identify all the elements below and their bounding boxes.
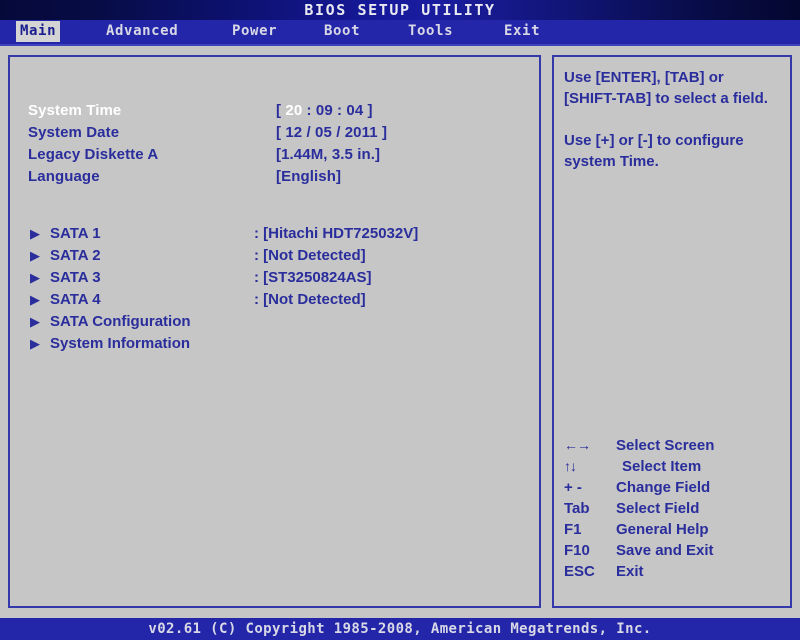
copyright-text: v02.61 (C) Copyright 1985-2008, American… xyxy=(148,621,652,637)
submenu-label-sata-2: SATA 2 xyxy=(50,247,101,264)
legend-desc-6: Exit xyxy=(616,563,644,580)
legend-desc-0: Select Screen xyxy=(616,437,715,454)
left-right-arrow-icon: ←→ xyxy=(564,437,591,453)
menu-tab-boot[interactable]: Boot xyxy=(320,21,364,42)
plus-minus-icon: + - xyxy=(564,479,582,496)
field-label-system-time: System Time xyxy=(28,102,122,119)
legend-desc-5: Save and Exit xyxy=(616,542,714,559)
field-value-language[interactable]: [English] xyxy=(276,167,341,187)
legend-desc-3: Select Field xyxy=(616,500,700,517)
field-label-language: Language xyxy=(28,168,100,185)
help-text: Use [ENTER], [TAB] or [SHIFT-TAB] to sel… xyxy=(564,67,780,172)
legend-row-tab-key: Tab Select Field xyxy=(558,498,790,519)
submenu-arrow-icon: ▶ xyxy=(30,292,40,307)
footer-bar: v02.61 (C) Copyright 1985-2008, American… xyxy=(0,618,800,640)
esc-key-icon: ESC xyxy=(564,563,595,580)
legend-row-left-right-arrow: ←→ Select Screen xyxy=(558,435,790,456)
legend-row-f10-key: F10 Save and Exit xyxy=(558,540,790,561)
f10-key-icon: F10 xyxy=(564,542,590,559)
legend-row-plus-minus: + - Change Field xyxy=(558,477,790,498)
f1-key-icon: F1 xyxy=(564,521,582,538)
menu-tab-exit[interactable]: Exit xyxy=(500,21,544,42)
submenu-arrow-icon: ▶ xyxy=(30,336,40,351)
legend-desc-2: Change Field xyxy=(616,479,711,496)
field-value-system-time[interactable]: [ 20 : 09 : 04 ] xyxy=(276,101,373,121)
submenu-value-sata-1: : [Hitachi HDT725032V] xyxy=(254,225,419,242)
field-value-legacy-diskette-a[interactable]: [1.44M, 3.5 in.] xyxy=(276,145,380,165)
tab-key-icon: Tab xyxy=(564,500,590,517)
submenu-label-system-information: System Information xyxy=(50,335,191,352)
submenu-arrow-icon: ▶ xyxy=(30,226,40,241)
title-bar: BIOS SETUP UTILITY xyxy=(0,0,800,20)
submenu-arrow-icon: ▶ xyxy=(30,270,40,285)
submenu-arrow-icon: ▶ xyxy=(30,314,40,329)
page-title: BIOS SETUP UTILITY xyxy=(304,1,496,19)
submenu-value-sata-3: : [ST3250824AS] xyxy=(254,269,372,286)
legend-row-esc-key: ESC Exit xyxy=(558,561,790,582)
up-down-arrow-icon: ↑↓ xyxy=(564,458,577,474)
field-label-system-date: System Date xyxy=(28,124,120,141)
submenu-arrow-icon: ▶ xyxy=(30,248,40,263)
bios-setup-screen: BIOS SETUP UTILITY Main Advanced Power Boot… xyxy=(0,0,800,640)
menu-tab-main[interactable]: Main xyxy=(16,21,61,42)
legend-desc-1: Select Item xyxy=(622,458,702,475)
submenu-label-sata-configuration: SATA Configuration xyxy=(50,313,191,330)
menu-bar: Main Advanced Power Boot Tools Exit xyxy=(0,20,800,46)
help-paragraph-1: Use [ENTER], [TAB] or [SHIFT-TAB] to sel… xyxy=(564,69,768,107)
legend-row-f1-key: F1 General Help xyxy=(558,519,790,540)
main-settings-panel: System Time [ 20 : 09 : 04 ] System Date [ … xyxy=(8,55,541,608)
menu-tab-advanced[interactable]: Advanced xyxy=(102,21,182,42)
submenu-value-sata-4: : [Not Detected] xyxy=(254,291,366,308)
submenu-label-sata-3: SATA 3 xyxy=(50,269,101,286)
menu-tab-power[interactable]: Power xyxy=(228,21,281,42)
content-area: System Time [ 20 : 09 : 04 ] System Date [ … xyxy=(0,46,800,618)
field-value-system-date[interactable]: [ 12 / 05 / 2011 ] xyxy=(276,123,387,143)
field-value-active-segment-system-time: 20 xyxy=(285,102,303,119)
help-paragraph-2: Use [+] or [-] to configure system Time. xyxy=(564,132,744,170)
legend-desc-4: General Help xyxy=(616,521,709,538)
submenu-label-sata-1: SATA 1 xyxy=(50,225,101,242)
help-panel: Use [ENTER], [TAB] or [SHIFT-TAB] to sel… xyxy=(552,55,792,608)
submenu-label-sata-4: SATA 4 xyxy=(50,291,101,308)
key-legend: ←→ Select Screen ↑↓ Select Item + - Change Fi… xyxy=(558,435,790,582)
legend-row-up-down-arrow: ↑↓ Select Item xyxy=(558,456,790,477)
field-label-legacy-diskette-a: Legacy Diskette A xyxy=(28,146,159,163)
submenu-value-sata-2: : [Not Detected] xyxy=(254,247,366,264)
menu-tab-tools[interactable]: Tools xyxy=(404,21,457,42)
